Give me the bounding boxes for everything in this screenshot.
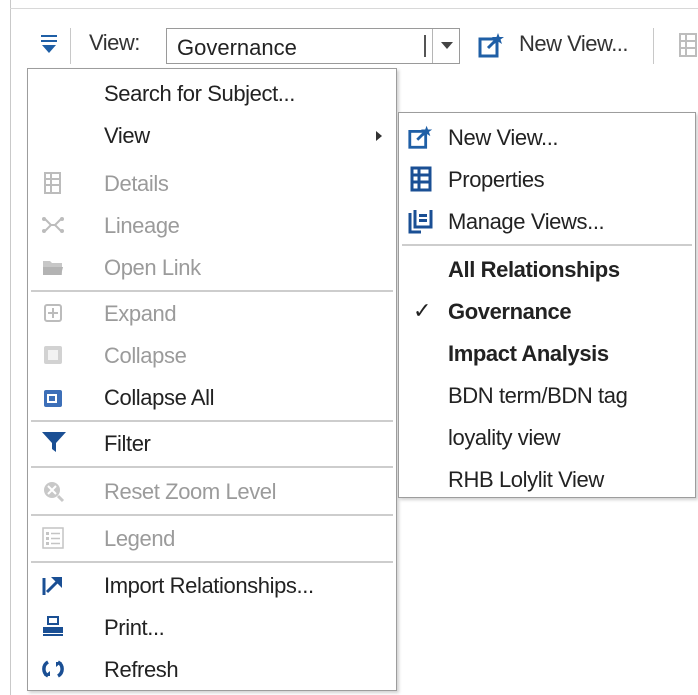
- submenu-item-view-impact-analysis[interactable]: Impact Analysis: [399, 335, 695, 371]
- menu-item-search[interactable]: Search for Subject...: [28, 77, 396, 111]
- menu-item-label: Collapse All: [104, 385, 215, 410]
- menu-item-label: Lineage: [104, 213, 180, 238]
- manage-views-icon: [407, 207, 435, 235]
- legend-icon: [41, 526, 65, 550]
- menu-item-label: Import Relationships...: [104, 573, 314, 598]
- menu-separator: [31, 466, 393, 468]
- menu-item-import-relationships[interactable]: Import Relationships...: [28, 569, 396, 603]
- toolbar-separator: [653, 28, 654, 64]
- submenu-item-label: Manage Views...: [448, 209, 605, 234]
- submenu-item-view-bdn-term[interactable]: BDN term/BDN tag: [399, 377, 695, 413]
- menu-item-label: Details: [104, 171, 169, 196]
- menu-separator: [31, 290, 393, 292]
- submenu-item-label: Governance: [448, 299, 572, 324]
- submenu-item-view-loyality[interactable]: loyality view: [399, 419, 695, 455]
- menu-item-label: Refresh: [104, 657, 179, 682]
- reset-zoom-icon: [41, 479, 65, 503]
- submenu-item-label: loyality view: [448, 425, 561, 450]
- printer-icon: [41, 614, 65, 638]
- submenu-item-label: Impact Analysis: [448, 341, 609, 366]
- details-icon: [41, 171, 65, 195]
- window-top-border: [10, 8, 698, 9]
- menu-item-label: View: [104, 123, 150, 148]
- menu-item-print[interactable]: Print...: [28, 611, 396, 645]
- menu-item-label: Legend: [104, 526, 176, 551]
- menu-item-refresh[interactable]: Refresh: [28, 653, 396, 687]
- menu-item-label: Collapse: [104, 343, 187, 368]
- menu-separator: [31, 514, 393, 516]
- submenu-item-label: All Relationships: [448, 257, 620, 282]
- text-cursor: [424, 35, 426, 57]
- context-menu: Search for Subject... View Details Linea…: [27, 68, 397, 691]
- menu-item-label: Filter: [104, 431, 151, 456]
- check-icon: ✓: [413, 298, 432, 323]
- view-submenu: New View... Properties Manage Views... A…: [398, 112, 696, 498]
- menu-item-collapse-all[interactable]: Collapse All: [28, 381, 396, 415]
- filter-icon: [41, 429, 66, 453]
- properties-icon: [407, 165, 435, 193]
- menu-icon[interactable]: [39, 32, 61, 58]
- submenu-item-properties[interactable]: Properties: [399, 161, 695, 197]
- menu-item-label: Search for Subject...: [104, 81, 295, 106]
- menu-item-label: Expand: [104, 301, 177, 326]
- chevron-down-icon[interactable]: [432, 29, 461, 63]
- submenu-arrow-icon: [376, 131, 382, 141]
- menu-item-details[interactable]: Details: [28, 167, 396, 201]
- menu-item-open-link[interactable]: Open Link: [28, 251, 396, 285]
- new-view-icon: [407, 123, 435, 151]
- menu-separator: [31, 561, 393, 563]
- expand-icon: [41, 301, 65, 325]
- submenu-item-view-all-relationships[interactable]: All Relationships: [399, 251, 695, 287]
- menu-item-filter[interactable]: Filter: [28, 427, 396, 461]
- submenu-item-label: BDN term/BDN tag: [448, 383, 628, 408]
- collapse-icon: [41, 343, 65, 367]
- menu-separator: [402, 244, 692, 246]
- menu-item-collapse[interactable]: Collapse: [28, 339, 396, 373]
- new-view-icon[interactable]: [477, 31, 507, 59]
- menu-item-legend[interactable]: Legend: [28, 522, 396, 556]
- submenu-item-view-governance[interactable]: ✓ Governance: [399, 293, 695, 329]
- view-select-value: Governance: [177, 35, 297, 60]
- import-icon: [41, 573, 65, 597]
- menu-separator: [31, 420, 393, 422]
- submenu-item-label: Properties: [448, 167, 545, 192]
- menu-item-reset-zoom[interactable]: Reset Zoom Level: [28, 475, 396, 509]
- view-select[interactable]: Governance: [166, 28, 460, 64]
- submenu-item-manage-views[interactable]: Manage Views...: [399, 203, 695, 239]
- menu-item-label: Open Link: [104, 255, 201, 280]
- collapse-all-icon: [41, 386, 65, 410]
- submenu-item-view-rhb[interactable]: RHB Lolylit View: [399, 461, 695, 497]
- lineage-icon: [41, 213, 65, 237]
- folder-icon: [41, 255, 65, 279]
- new-view-button[interactable]: New View...: [519, 31, 629, 57]
- menu-item-lineage[interactable]: Lineage: [28, 209, 396, 243]
- properties-icon[interactable]: [679, 33, 697, 57]
- menu-item-label: Reset Zoom Level: [104, 479, 277, 504]
- submenu-item-new-view[interactable]: New View...: [399, 119, 695, 155]
- view-label: View:: [89, 30, 140, 55]
- submenu-item-label: RHB Lolylit View: [448, 467, 604, 492]
- submenu-item-label: New View...: [448, 125, 559, 150]
- refresh-icon: [41, 657, 65, 681]
- window-left-border: [10, 0, 11, 695]
- menu-item-expand[interactable]: Expand: [28, 297, 396, 331]
- toolbar-separator: [70, 28, 71, 64]
- toolbar: View: Governance New View...: [11, 10, 698, 72]
- menu-item-label: Print...: [104, 615, 165, 640]
- menu-item-view[interactable]: View: [28, 119, 396, 153]
